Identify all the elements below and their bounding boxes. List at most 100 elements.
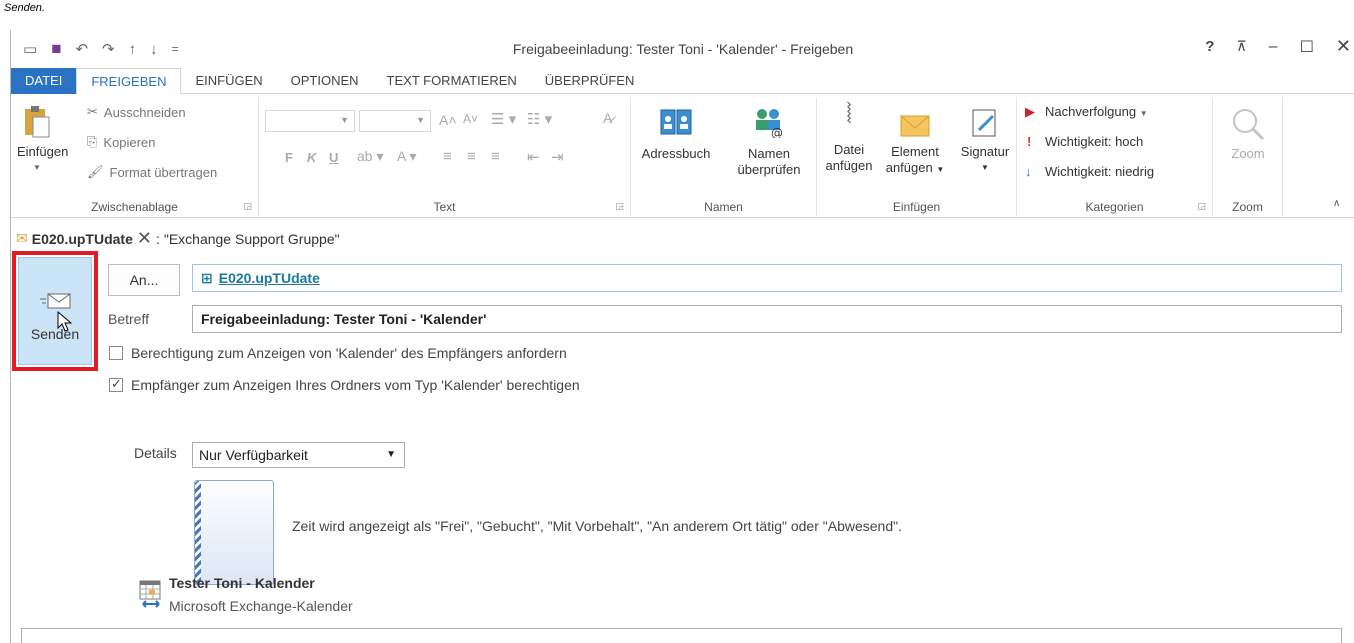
mouse-cursor-icon [57, 311, 73, 332]
group-zoom: Zoom Zoom [1213, 98, 1283, 216]
send-button[interactable]: Senden [12, 251, 98, 371]
availability-preview [194, 480, 274, 585]
request-permission-label: Berechtigung zum Anzeigen von 'Kalender'… [131, 345, 567, 361]
chevron-down-icon: ▼ [416, 115, 425, 125]
outlook-window: ▭ ■ ↶ ↷ ↑ ↓ = Freigabeeinladung: Tester … [10, 30, 1354, 643]
group-label-names: Namen [704, 200, 743, 214]
message-form: ✉ E020.upTUdate ✕ : "Exchange Support Gr… [11, 218, 1354, 643]
details-select[interactable]: Nur Verfügbarkeit ▼ [192, 442, 405, 468]
font-color-icon[interactable]: A ▾ [397, 148, 416, 165]
maximize-icon[interactable]: ☐ [1300, 37, 1314, 57]
allow-view-label: Empfänger zum Anzeigen Ihres Ordners vom… [131, 377, 580, 393]
attach-item-button[interactable]: Element anfügen ▼ [881, 106, 949, 178]
collapse-ribbon-icon[interactable]: ∧ [1333, 198, 1340, 209]
details-value: Nur Verfügbarkeit [199, 447, 308, 463]
chevron-down-icon: ▼ [936, 165, 945, 174]
signature-icon [972, 109, 996, 137]
scissors-icon: ✂ [87, 104, 98, 119]
group-insert: ⦚ Datei anfügen Element anfügen ▼ Signat… [817, 98, 1017, 216]
request-permission-checkbox-row[interactable]: Berechtigung zum Anzeigen von 'Kalender'… [109, 345, 567, 361]
group-names: Adressbuch @ Namen überprüfen Namen [631, 98, 817, 216]
highlight-icon[interactable]: ab ▾ [357, 148, 384, 165]
ribbon-display-icon[interactable]: ⊼ [1236, 38, 1246, 55]
remove-icon[interactable]: ✕ [137, 228, 152, 249]
check-names-button[interactable]: @ Namen überprüfen [723, 106, 815, 178]
font-combo[interactable]: ▼ [265, 110, 355, 132]
calendar-name: Tester Toni - Kalender [169, 575, 315, 591]
tab-datei[interactable]: DATEI [11, 68, 77, 94]
shrink-font-icon[interactable]: A˅ [463, 112, 478, 126]
expand-icon[interactable]: ⊞ [201, 270, 213, 286]
address-book-label: Adressbuch [641, 146, 711, 161]
group-clipboard: Einfügen ▼ ✂ Ausschneiden ⎘ Kopieren 🖌 F… [11, 98, 259, 216]
subject-field[interactable]: Freigabeeinladung: Tester Toni - 'Kalend… [192, 305, 1342, 333]
clear-formatting-icon[interactable]: A̷ [603, 110, 612, 126]
to-field[interactable]: ⊞ E020.upTUdate [192, 264, 1342, 292]
paste-icon [25, 106, 50, 138]
align-center-icon[interactable]: ≡ [467, 148, 476, 165]
format-painter-button[interactable]: 🖌 Format übertragen [87, 164, 217, 180]
attach-item-label-2: anfügen [885, 160, 933, 175]
copy-label: Kopieren [103, 134, 156, 150]
signature-button[interactable]: Signatur ▼ [955, 106, 1015, 176]
underline-button[interactable]: U [329, 150, 338, 165]
importance-high-label: Wichtigkeit: hoch [1045, 134, 1144, 149]
flag-icon: ▶ [1025, 104, 1035, 119]
italic-button[interactable]: K [307, 150, 316, 165]
dialog-launcher-icon[interactable]: ◲ [1197, 201, 1206, 212]
font-size-combo[interactable]: ▼ [359, 110, 431, 132]
tab-ueberpruefen[interactable]: ÜBERPRÜFEN [531, 68, 649, 94]
message-body[interactable] [21, 628, 1342, 643]
tab-text-formatieren[interactable]: TEXT FORMATIEREN [373, 68, 531, 94]
increase-indent-icon[interactable]: ⇥ [551, 148, 564, 166]
paste-dropdown-icon[interactable]: ▼ [17, 160, 57, 176]
align-left-icon[interactable]: ≡ [443, 148, 452, 165]
request-permission-checkbox[interactable] [109, 346, 123, 360]
paperclip-icon: ⦚ [846, 98, 852, 129]
calendar-type: Microsoft Exchange-Kalender [169, 598, 353, 614]
tab-optionen[interactable]: OPTIONEN [277, 68, 373, 94]
tab-einfuegen[interactable]: EINFÜGEN [181, 68, 276, 94]
attach-file-button[interactable]: ⦚ Datei anfügen [823, 98, 875, 174]
allow-view-checkbox[interactable] [109, 376, 123, 392]
down-arrow-icon: ↓ [1025, 164, 1032, 179]
address-book-button[interactable]: Adressbuch [637, 106, 715, 162]
importance-high-button[interactable]: ! Wichtigkeit: hoch [1027, 134, 1144, 149]
bold-button[interactable]: F [285, 150, 293, 165]
help-icon[interactable]: ? [1205, 38, 1214, 55]
paste-label: Einfügen [17, 144, 69, 159]
attach-item-label-1: Element [891, 144, 939, 159]
followup-button[interactable]: ▶ Nachverfolgung ▼ [1025, 104, 1148, 119]
followup-label: Nachverfolgung [1045, 104, 1137, 119]
zoom-button[interactable]: Zoom [1219, 106, 1277, 162]
dialog-launcher-icon[interactable]: ◲ [243, 201, 252, 212]
paste-button[interactable]: Einfügen ▼ [17, 104, 69, 176]
dialog-launcher-icon[interactable]: ◲ [615, 201, 624, 212]
to-recipient-link[interactable]: E020.upTUdate [219, 270, 320, 286]
importance-low-button[interactable]: ↓ Wichtigkeit: niedrig [1025, 164, 1154, 179]
align-right-icon[interactable]: ≡ [491, 148, 500, 165]
group-label-insert: Einfügen [892, 200, 941, 214]
group-label-zoom: Zoom [1232, 200, 1263, 214]
ribbon-tabs: DATEI FREIGEBEN EINFÜGEN OPTIONEN TEXT F… [11, 68, 1354, 95]
colon-separator: : [155, 230, 160, 247]
group-label-clipboard: Zwischenablage [91, 200, 178, 214]
allow-view-checkbox-row[interactable]: Empfänger zum Anzeigen Ihres Ordners vom… [109, 376, 580, 393]
account-name: E020.upTUdate [31, 230, 133, 247]
signature-label: Signatur [960, 144, 1010, 159]
decrease-indent-icon[interactable]: ⇤ [527, 148, 540, 166]
close-icon[interactable]: ✕ [1336, 36, 1351, 57]
bullets-icon[interactable]: ☰ ▾ [491, 110, 516, 128]
to-button[interactable]: An... [108, 264, 180, 296]
cut-button[interactable]: ✂ Ausschneiden [87, 104, 186, 120]
grow-font-icon[interactable]: A˄ [439, 112, 457, 128]
tab-freigeben[interactable]: FREIGEBEN [76, 68, 182, 95]
ribbon: Einfügen ▼ ✂ Ausschneiden ⎘ Kopieren 🖌 F… [11, 94, 1354, 218]
attach-file-label-1: Datei [833, 142, 865, 157]
cut-label: Ausschneiden [103, 104, 186, 120]
magnifier-icon [1233, 109, 1265, 141]
copy-button[interactable]: ⎘ Kopieren [87, 134, 155, 150]
caption: Senden. [4, 2, 45, 14]
numbering-icon[interactable]: ☷ ▾ [527, 110, 552, 128]
minimize-icon[interactable]: – [1269, 38, 1278, 56]
